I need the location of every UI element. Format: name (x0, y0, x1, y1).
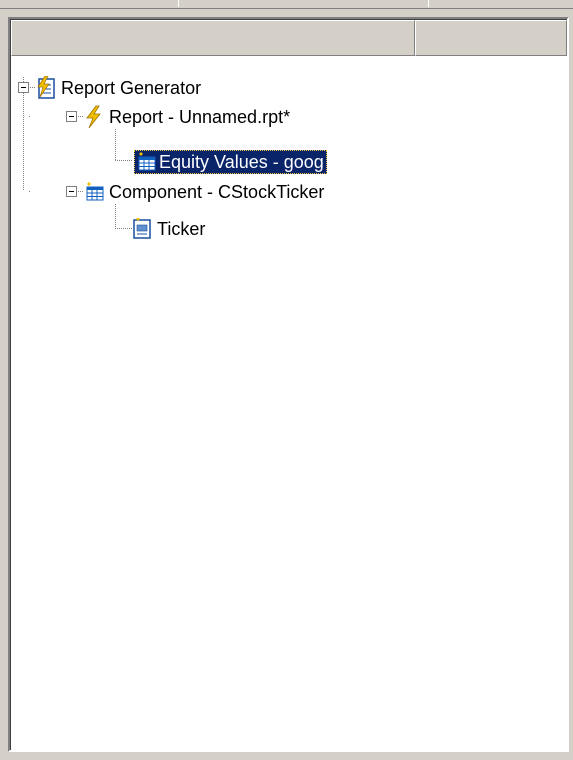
report-explorer-window: Report Generator Report - Unnamed.rpt* E… (0, 0, 573, 760)
collapse-toggle-component[interactable] (66, 186, 77, 197)
tree-node-label: Equity Values - goog (134, 150, 327, 174)
outline-tree-panel[interactable]: Report Generator Report - Unnamed.rpt* E… (8, 17, 569, 752)
tree-node-label: Component - CStockTicker (109, 182, 325, 202)
tree-node-report-generator[interactable]: Report Generator (36, 75, 204, 101)
toolbar-strip (0, 0, 573, 9)
tree-node-text: Equity Values - goog (159, 152, 324, 172)
tree-node-component[interactable]: Component - CStockTicker (84, 179, 327, 205)
collapse-toggle-report[interactable] (66, 111, 77, 122)
lightning-icon (84, 105, 104, 129)
report-generator-icon (36, 76, 56, 99)
collapse-toggle-root[interactable] (18, 82, 29, 93)
tree-node-report[interactable]: Report - Unnamed.rpt* (84, 104, 293, 130)
outline-tree: Report Generator Report - Unnamed.rpt* E… (10, 19, 567, 750)
table-icon (84, 182, 104, 202)
tree-node-label: Ticker (157, 219, 206, 239)
tree-node-label: Report - Unnamed.rpt* (109, 107, 291, 127)
tree-node-label: Report Generator (61, 78, 202, 98)
document-icon (132, 218, 152, 239)
tree-node-ticker[interactable]: Ticker (132, 216, 208, 242)
table-icon (136, 152, 156, 172)
tree-node-equity-values[interactable]: Equity Values - goog (134, 149, 327, 175)
